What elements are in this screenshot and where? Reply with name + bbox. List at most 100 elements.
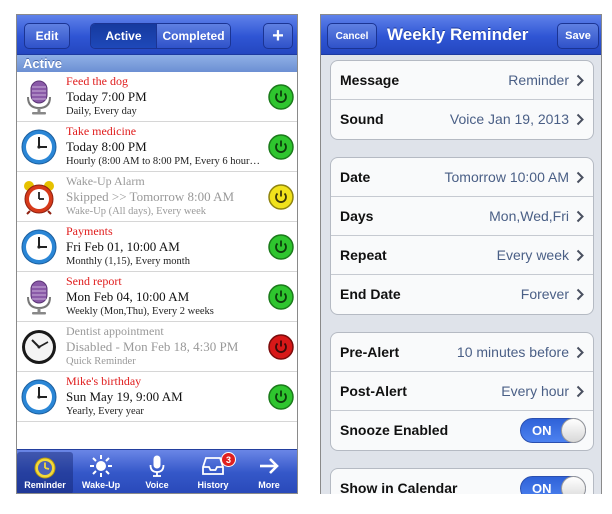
reminder-detail: Quick Reminder [66,356,136,367]
power-toggle-icon[interactable] [268,334,294,360]
tab-voice[interactable]: Voice [129,450,185,493]
reminder-detail: Daily, Every day [66,106,137,117]
reminder-detail-screen: Cancel Weekly Reminder Save Message Remi… [320,14,602,494]
tab-history[interactable]: 3 History [185,450,241,493]
row-label: Sound [340,111,384,127]
reminder-title: Dentist appointment [66,324,164,338]
snooze-toggle[interactable]: ON [520,418,586,443]
reminder-detail: Yearly, Every year [66,406,144,417]
save-button[interactable]: Save [557,23,599,49]
reminder-detail: Weekly (Mon,Thu), Every 2 weeks [66,306,214,317]
chevron-right-icon [576,385,584,398]
edit-button[interactable]: Edit [24,23,70,49]
message-sound-group: Message Reminder Sound Voice Jan 19, 201… [330,60,594,140]
row-label: Days [340,208,374,224]
schedule-group: Date Tomorrow 10:00 AM Days Mon,Wed,Fri … [330,157,594,315]
power-toggle-icon[interactable] [268,284,294,310]
cancel-button[interactable]: Cancel [327,23,377,49]
power-toggle-icon[interactable] [268,134,294,160]
pre-alert-row[interactable]: Pre-Alert 10 minutes before [331,333,593,372]
tab-label: Reminder [24,480,66,490]
chevron-right-icon [576,113,584,126]
reminder-list: Feed the dog Today 7:00 PM Daily, Every … [17,72,297,422]
tab-label: More [258,480,280,490]
section-header-active: Active [17,55,297,72]
row-label: Post-Alert [340,383,407,399]
list-item[interactable]: Wake-Up Alarm Skipped >> Tomorrow 8:00 A… [17,172,297,222]
tab-label: Voice [145,480,169,490]
tab-wake-up[interactable]: Wake-Up [73,450,129,493]
list-item[interactable]: Mike's birthday Sun May 19, 9:00 AM Year… [17,372,297,422]
reminder-time: Today 7:00 PM [66,89,147,104]
clock-icon [21,129,57,165]
row-value: Reminder [508,72,569,88]
tab-label: Wake-Up [81,480,121,490]
reminder-time: Today 8:00 PM [66,139,147,154]
reminder-detail: Wake-Up (All days), Every week [66,206,206,217]
show-in-calendar-row: Show in Calendar ON [331,469,593,494]
add-reminder-button[interactable]: + [263,23,293,49]
power-toggle-icon[interactable] [268,184,294,210]
clock-icon [21,229,57,265]
calendar-group: Show in Calendar ON [330,468,594,494]
list-item[interactable]: Dentist appointment Disabled - Mon Feb 1… [17,322,297,372]
row-label: End Date [340,286,401,302]
message-row[interactable]: Message Reminder [331,61,593,100]
row-label: Message [340,72,400,88]
row-label: Date [340,169,371,185]
chevron-right-icon [576,249,584,262]
row-value: Forever [520,286,569,302]
sound-row[interactable]: Sound Voice Jan 19, 2013 [331,100,593,139]
reminder-list-screen: Edit Active Completed + Active Feed the … [16,14,298,494]
reminder-detail: Monthly (1,15), Every month [66,256,190,267]
toggle-state: ON [532,423,552,438]
reminder-time: Disabled - Mon Feb 18, 4:30 PM [66,339,239,354]
list-item[interactable]: Payments Fri Feb 01, 10:00 AM Monthly (1… [17,222,297,272]
chevron-right-icon [576,171,584,184]
list-item[interactable]: Take medicine Today 8:00 PM Hourly (8:00… [17,122,297,172]
post-alert-row[interactable]: Post-Alert Every hour [331,372,593,411]
clock-icon [34,457,56,479]
date-row[interactable]: Date Tomorrow 10:00 AM [331,158,593,197]
reminder-title: Payments [66,224,113,238]
toggle-state: ON [532,481,552,494]
tab-reminder[interactable]: Reminder [17,452,73,493]
tab-more[interactable]: More [241,450,297,493]
chevron-right-icon [576,74,584,87]
tab-label: History [197,480,229,490]
snooze-enabled-row: Snooze Enabled ON [331,411,593,450]
reminder-title: Send report [66,274,122,288]
microphone-icon [27,80,51,115]
clock-icon [21,379,57,415]
reminder-title: Feed the dog [66,74,128,88]
list-item[interactable]: Feed the dog Today 7:00 PM Daily, Every … [17,72,297,122]
alarm-clock-icon [24,181,54,215]
history-badge: 3 [221,452,236,467]
power-toggle-icon[interactable] [268,384,294,410]
list-item[interactable]: Send report Mon Feb 04, 10:00 AM Weekly … [17,272,297,322]
wall-clock-icon [22,330,56,364]
alerts-group: Pre-Alert 10 minutes before Post-Alert E… [330,332,594,451]
row-label: Repeat [340,247,387,263]
filter-segmented-control: Active Completed [90,23,231,49]
repeat-row[interactable]: Repeat Every week [331,236,593,275]
reminder-time: Sun May 19, 9:00 AM [66,389,183,404]
sun-icon [90,455,112,477]
segment-completed[interactable]: Completed [157,24,230,48]
microphone-icon [27,280,51,315]
segment-active[interactable]: Active [91,24,158,48]
row-label: Pre-Alert [340,344,400,360]
arrow-right-icon [260,458,279,474]
calendar-toggle[interactable]: ON [520,476,586,494]
row-value: Every hour [501,383,569,399]
end-date-row[interactable]: End Date Forever [331,275,593,314]
reminder-title: Take medicine [66,124,137,138]
row-value: Every week [496,247,569,263]
row-value: Tomorrow 10:00 AM [444,169,570,185]
row-value: 10 minutes before [456,344,569,360]
days-row[interactable]: Days Mon,Wed,Fri [331,197,593,236]
power-toggle-icon[interactable] [268,234,294,260]
reminder-time: Skipped >> Tomorrow 8:00 AM [66,189,235,204]
power-toggle-icon[interactable] [268,84,294,110]
reminder-time: Fri Feb 01, 10:00 AM [66,239,180,254]
